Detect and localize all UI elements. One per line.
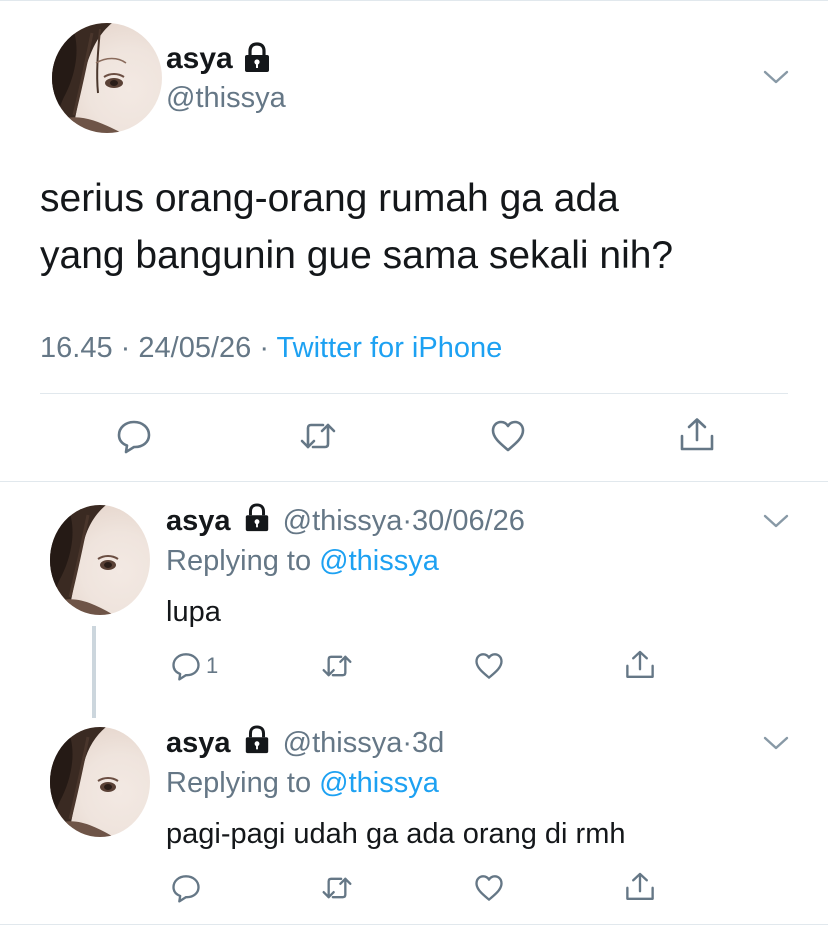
replying-prefix: Replying to	[166, 767, 312, 799]
display-name[interactable]: asya	[166, 505, 231, 537]
handle[interactable]: @thissya	[283, 727, 403, 759]
meta-separator: ·	[402, 505, 413, 537]
chevron-down-icon[interactable]	[762, 734, 790, 757]
reply-text: lupa	[166, 596, 221, 628]
retweet-button[interactable]	[298, 418, 338, 454]
tweet-date: 24/05/26	[138, 332, 252, 364]
tweet-source-link[interactable]: Twitter for iPhone	[277, 332, 503, 364]
meta-separator: ·	[259, 332, 269, 364]
meta-separator: ·	[402, 727, 413, 759]
display-name[interactable]: asya	[166, 727, 231, 759]
reply-button[interactable]	[115, 418, 153, 454]
meta-separator: ·	[120, 332, 131, 364]
retweet-icon	[322, 655, 352, 677]
divider	[40, 393, 788, 394]
heart-icon	[475, 653, 503, 679]
tweet-time: 16.45	[40, 332, 113, 364]
retweet-button[interactable]	[320, 651, 354, 681]
replying-to: Replying to @thissya	[166, 545, 439, 578]
tweet-text-line: yang bangunin gue sama sekali nih?	[40, 234, 674, 277]
share-icon	[626, 650, 654, 678]
mention-link[interactable]: @thissya	[319, 545, 439, 577]
replying-to: Replying to @thissya	[166, 767, 439, 800]
share-button[interactable]	[678, 416, 716, 454]
like-button[interactable]	[489, 418, 527, 454]
reply-header: asya @thissya·3d	[166, 725, 444, 760]
chevron-down-icon[interactable]	[762, 512, 790, 535]
replying-prefix: Replying to	[166, 545, 312, 577]
section-divider	[0, 481, 828, 482]
heart-icon	[491, 420, 525, 452]
share-icon	[680, 418, 714, 451]
share-icon	[626, 872, 654, 900]
reply-icon	[172, 653, 200, 681]
heart-icon	[475, 875, 503, 901]
thread-line	[92, 626, 96, 718]
reply-date[interactable]: 3d	[412, 727, 444, 759]
reply-icon	[172, 875, 200, 903]
reply-header: asya @thissya·30/06/26	[166, 503, 525, 538]
share-button[interactable]	[624, 649, 656, 681]
retweet-button[interactable]	[320, 873, 354, 903]
top-border	[0, 0, 828, 1]
lock-icon	[242, 42, 272, 79]
like-button[interactable]	[473, 873, 505, 903]
reply-count: 1	[206, 653, 219, 678]
lock-icon	[245, 503, 268, 532]
reply-date[interactable]: 30/06/26	[412, 505, 525, 537]
like-button[interactable]	[473, 651, 505, 681]
avatar[interactable]	[50, 727, 150, 837]
retweet-icon	[300, 423, 336, 449]
reply-text: pagi-pagi udah ga ada orang di rmh	[166, 818, 626, 850]
tweet-meta: 16.45 · 24/05/26 · Twitter for iPhone	[40, 332, 502, 365]
handle[interactable]: @thissya	[166, 82, 286, 115]
reply-icon	[117, 420, 151, 454]
avatar[interactable]	[50, 505, 150, 615]
retweet-icon	[322, 877, 352, 899]
display-name[interactable]: asya	[166, 42, 233, 76]
reply-button[interactable]: 1	[170, 651, 218, 681]
avatar[interactable]	[52, 23, 162, 133]
tweet-text: serius orang-orang rumah ga ada yang ban…	[40, 170, 800, 284]
bottom-divider	[0, 924, 828, 925]
share-button[interactable]	[624, 871, 656, 903]
reply-button[interactable]	[170, 873, 202, 903]
chevron-down-icon[interactable]	[762, 68, 790, 91]
lock-icon	[245, 725, 268, 754]
mention-link[interactable]: @thissya	[319, 767, 439, 799]
tweet-text-line: serius orang-orang rumah ga ada	[40, 177, 619, 220]
handle[interactable]: @thissya	[283, 505, 403, 537]
